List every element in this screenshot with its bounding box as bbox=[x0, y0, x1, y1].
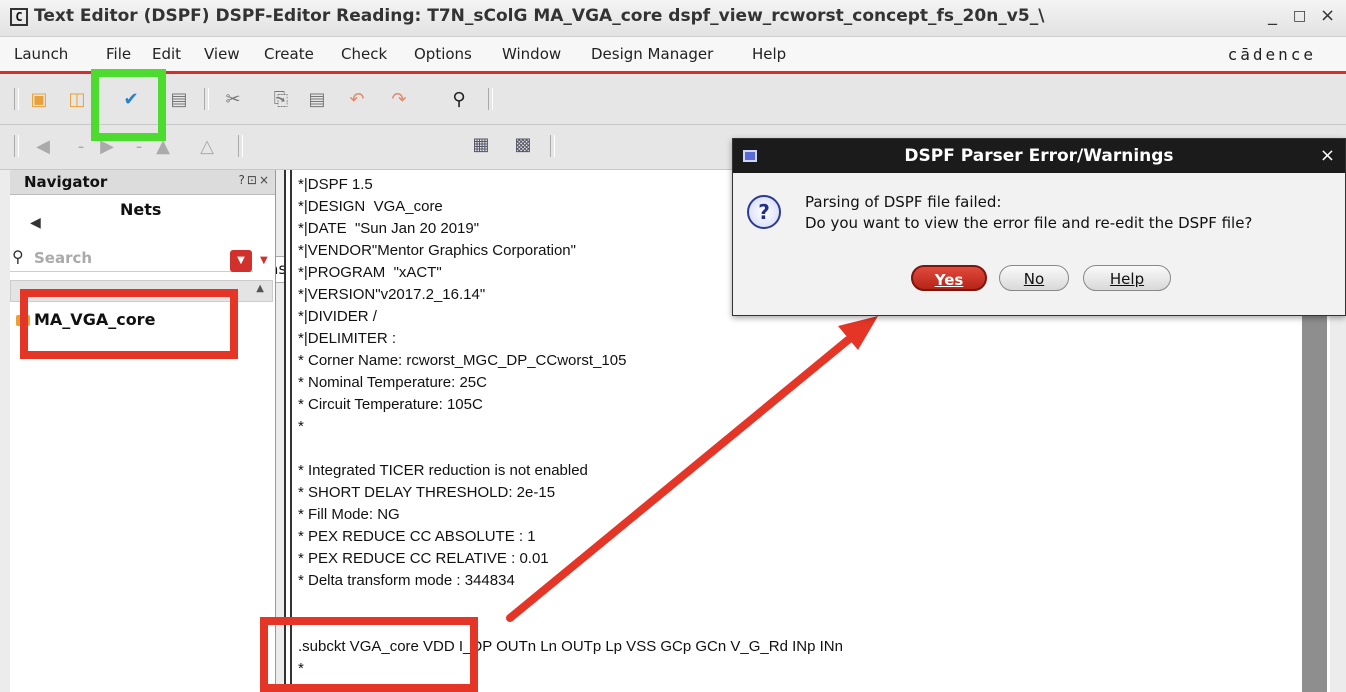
close-icon[interactable]: × bbox=[1320, 145, 1335, 166]
dialog-title-bar: DSPF Parser Error/Warnings × bbox=[733, 139, 1345, 173]
dialog-message-line1: Parsing of DSPF file failed: bbox=[805, 193, 1002, 211]
parser-error-dialog: DSPF Parser Error/Warnings × ? Parsing o… bbox=[732, 138, 1346, 316]
no-button[interactable]: No bbox=[999, 265, 1069, 291]
annotation-arrow bbox=[506, 316, 878, 622]
yes-button[interactable]: Yes bbox=[911, 265, 987, 291]
question-icon: ? bbox=[747, 195, 781, 229]
dialog-title: DSPF Parser Error/Warnings bbox=[904, 146, 1174, 166]
dialog-message-line2: Do you want to view the error file and r… bbox=[805, 214, 1253, 232]
help-button[interactable]: Help bbox=[1083, 265, 1171, 291]
